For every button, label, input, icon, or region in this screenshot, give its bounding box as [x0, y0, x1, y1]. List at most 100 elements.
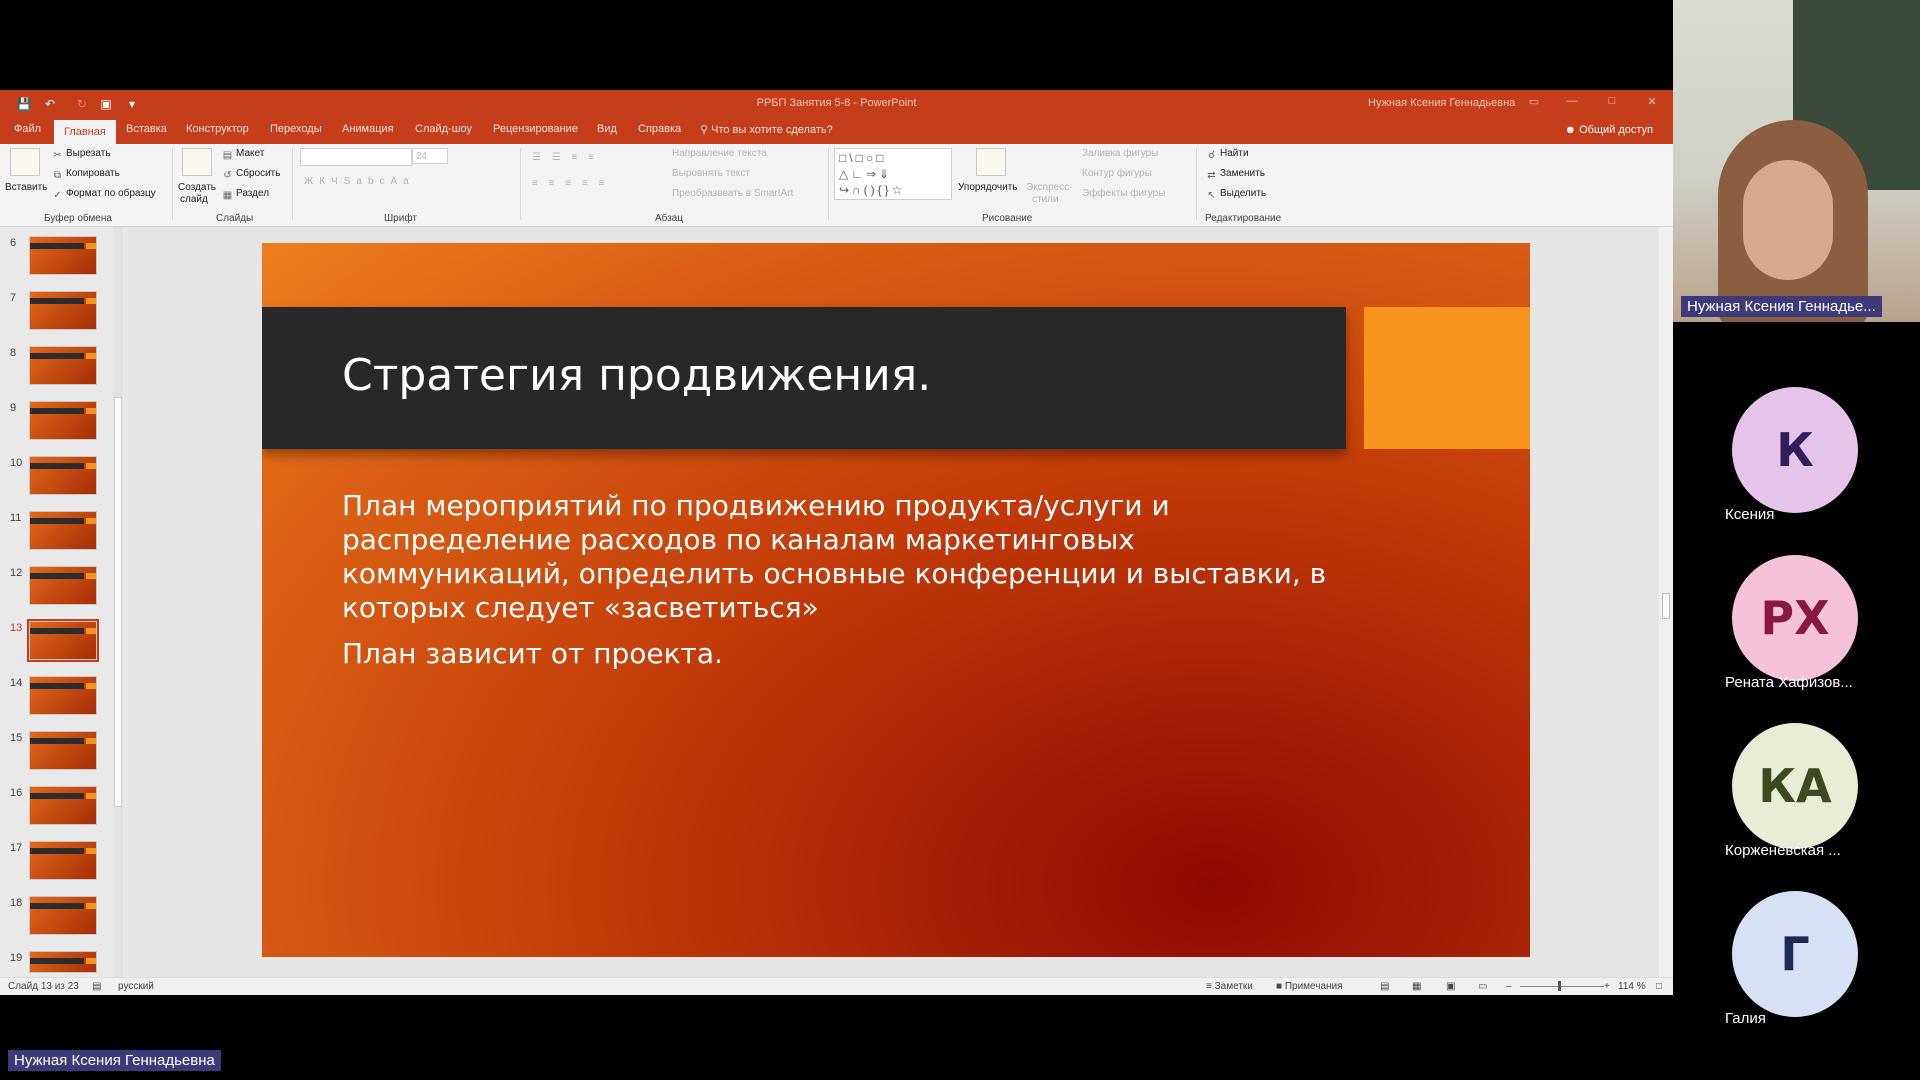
notes-button[interactable]: ≡ Заметки	[1206, 981, 1253, 992]
participant-avatar[interactable]: К	[1732, 387, 1858, 513]
scrollbar-thumb[interactable]	[1662, 593, 1670, 619]
cut-label: Вырезать	[66, 148, 111, 159]
ribbon-display-icon[interactable]: ▭	[1524, 95, 1544, 111]
zoom-in-icon[interactable]: +	[1604, 981, 1610, 992]
arrange-button[interactable]: Упорядочить	[958, 182, 1018, 193]
spellcheck-icon[interactable]: ▤	[92, 981, 101, 992]
slide-thumbnail-9[interactable]	[30, 402, 96, 439]
tell-me-box[interactable]: ⚲ Что вы хотите сделать?	[700, 123, 833, 136]
zoom-out-icon[interactable]: –	[1506, 981, 1512, 992]
align-text-button[interactable]: Выровнять текст	[672, 168, 750, 179]
section-icon: ▦	[222, 190, 233, 201]
slide-thumbnail-7[interactable]	[30, 292, 96, 329]
canvas-scrollbar[interactable]	[1659, 227, 1673, 977]
close-icon[interactable]: ✕	[1642, 95, 1662, 111]
tab-view[interactable]: Вид	[597, 123, 617, 135]
paste-icon[interactable]	[10, 148, 40, 176]
slide-thumbnail-17[interactable]	[30, 842, 96, 879]
tab-animations[interactable]: Анимация	[342, 123, 394, 135]
align-buttons[interactable]: ≡ ≡ ≡ ≡ ≡	[532, 178, 608, 189]
section-button[interactable]: ▦ Раздел	[222, 188, 269, 201]
replace-button[interactable]: ⇄ Заменить	[1206, 168, 1265, 181]
slide-thumbnail-15[interactable]	[30, 732, 96, 769]
tab-slideshow[interactable]: Слайд-шоу	[415, 123, 472, 135]
cut-button[interactable]: ✂ Вырезать	[52, 148, 110, 161]
font-name-field[interactable]	[300, 148, 412, 166]
scrollbar-thumb[interactable]	[114, 397, 122, 807]
slide-thumbnail-13[interactable]	[27, 619, 99, 662]
slide-thumbnail-10[interactable]	[30, 457, 96, 494]
lightbulb-icon: ⚲	[700, 124, 712, 136]
select-button[interactable]: ↖ Выделить	[1206, 188, 1266, 201]
text-direction-button[interactable]: Направление текста	[672, 148, 767, 159]
arrange-icon[interactable]	[976, 148, 1006, 176]
account-name[interactable]: Нужная Ксения Геннадьевна	[1368, 97, 1515, 109]
font-format-buttons[interactable]: ЖКЧSabcAa	[304, 176, 415, 187]
slide-thumbnail-19[interactable]	[30, 952, 96, 972]
current-slide[interactable]: Стратегия продвижения. План мероприятий …	[262, 243, 1530, 957]
comments-button[interactable]: ■ Примечания	[1276, 981, 1343, 992]
tab-review[interactable]: Рецензирование	[493, 123, 578, 135]
normal-view-icon[interactable]: ▤	[1380, 981, 1389, 992]
reading-view-icon[interactable]: ▣	[1446, 981, 1455, 992]
shape-outline-button[interactable]: Контур фигуры	[1082, 168, 1152, 179]
slide-thumbnail-8[interactable]	[30, 347, 96, 384]
quick-styles-label-2[interactable]: стили	[1032, 194, 1059, 205]
slide-title[interactable]: Стратегия продвижения.	[342, 350, 931, 401]
shape-fill-button[interactable]: Заливка фигуры	[1082, 148, 1158, 159]
copy-button[interactable]: ⧉ Копировать	[52, 168, 120, 181]
slide-thumbnail-11[interactable]	[30, 512, 96, 549]
group-label-editing: Редактирование	[1205, 213, 1282, 224]
paste-button[interactable]: Вставить	[5, 182, 47, 193]
tab-help[interactable]: Справка	[638, 123, 681, 135]
brush-icon: ✓	[53, 190, 62, 201]
new-slide-label-1[interactable]: Создать	[178, 182, 216, 193]
participant-name: Рената Хафизов...	[1725, 674, 1853, 691]
maximize-icon[interactable]: □	[1602, 95, 1622, 111]
slide-sorter-icon[interactable]: ▦	[1412, 981, 1421, 992]
language-indicator[interactable]: русский	[118, 981, 154, 992]
new-slide-label-2[interactable]: слайд	[180, 194, 208, 205]
tab-file[interactable]: Файл	[14, 123, 41, 135]
slide-thumbnail-18[interactable]	[30, 897, 96, 934]
slideshow-view-icon[interactable]: ▭	[1478, 981, 1487, 992]
minimize-icon[interactable]: —	[1562, 95, 1582, 111]
new-slide-icon[interactable]	[182, 148, 212, 176]
slide-thumbnail-16[interactable]	[30, 787, 96, 824]
tab-transitions[interactable]: Переходы	[270, 123, 322, 135]
slide-thumbnail-6[interactable]	[30, 237, 96, 274]
tab-home[interactable]: Главная	[54, 120, 116, 144]
copy-icon: ⧉	[53, 170, 62, 181]
tab-design[interactable]: Конструктор	[186, 123, 249, 135]
slide-body[interactable]: План мероприятий по продвижению продукта…	[342, 489, 1342, 683]
fit-slide-icon[interactable]: □	[1656, 981, 1662, 992]
tab-insert[interactable]: Вставка	[126, 123, 167, 135]
list-buttons[interactable]: ☰ ☰ ≡ ≡	[532, 152, 598, 163]
shape-effects-button[interactable]: Эффекты фигуры	[1082, 188, 1165, 199]
smartart-button[interactable]: Преобразовать в SmartArt	[672, 188, 793, 199]
participant-name: Галия	[1725, 1010, 1766, 1027]
share-button[interactable]: ☻ Общий доступ	[1564, 124, 1653, 136]
scissors-icon: ✂	[53, 150, 62, 161]
thumb-number: 18	[10, 897, 23, 909]
participant-avatar[interactable]: РХ	[1732, 555, 1858, 681]
participant-avatar[interactable]: КА	[1732, 723, 1858, 849]
zoom-slider-thumb[interactable]	[1558, 981, 1561, 991]
font-size-field[interactable]: 24	[412, 148, 448, 164]
find-button[interactable]: ☌ Найти	[1206, 148, 1248, 161]
presenter-video[interactable]	[1673, 0, 1920, 322]
layout-button[interactable]: ▤ Макет	[222, 148, 265, 161]
slide-thumbnail-12[interactable]	[30, 567, 96, 604]
quick-styles-label-1[interactable]: Экспресс-	[1026, 182, 1073, 193]
reset-button[interactable]: ↺ Сбросить	[222, 168, 280, 181]
shapes-gallery[interactable]: □\□○□ △∟⇒⇓ ↪∩(){}☆	[834, 148, 952, 200]
slide-thumbnail-14[interactable]	[30, 677, 96, 714]
zoom-slider[interactable]	[1520, 986, 1604, 987]
zoom-level[interactable]: 114 %	[1618, 981, 1646, 992]
layout-label: Макет	[236, 148, 265, 159]
thumbnails-scrollbar[interactable]	[113, 227, 123, 977]
format-painter-button[interactable]: ✓ Формат по образцу	[52, 188, 155, 201]
cursor-icon: ↖	[1207, 190, 1216, 201]
comment-icon: ■	[1276, 981, 1285, 992]
participant-avatar[interactable]: Г	[1732, 891, 1858, 1017]
